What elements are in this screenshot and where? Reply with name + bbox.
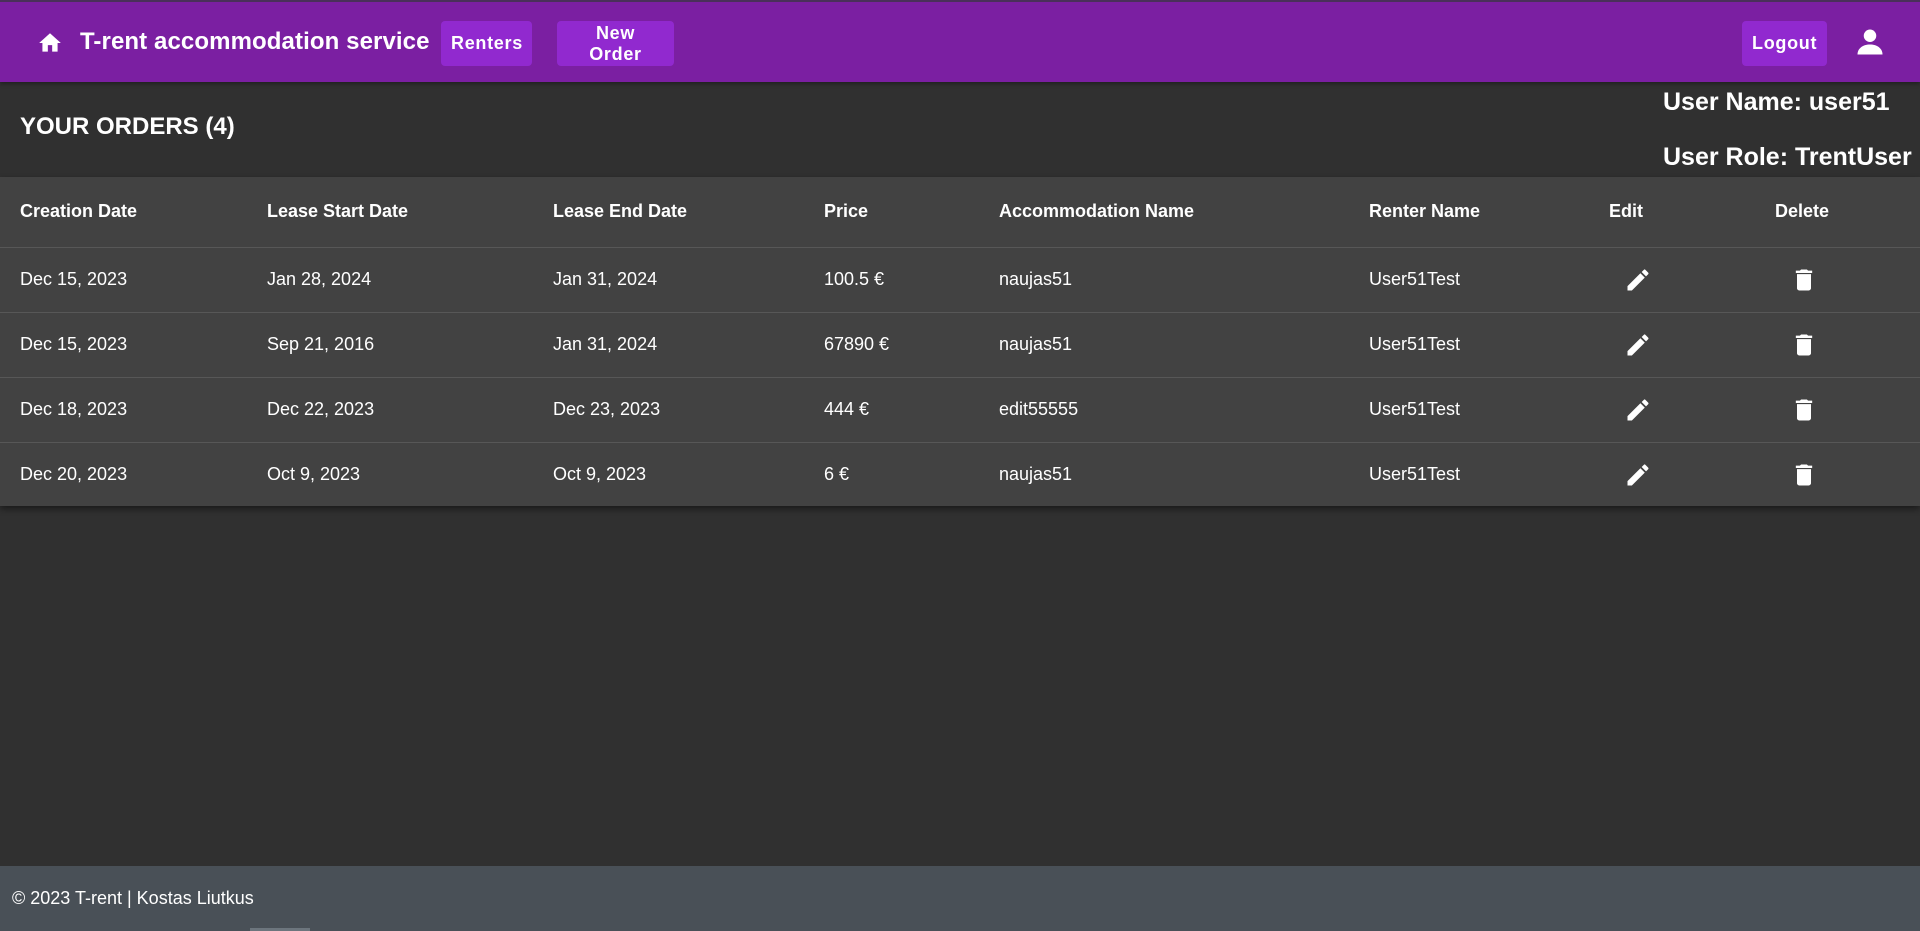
edit-cell	[1589, 442, 1755, 507]
column-header[interactable]: Creation Date	[0, 177, 247, 248]
logout-button[interactable]: Logout	[1742, 21, 1827, 66]
renter-name-cell: User51Test	[1349, 312, 1589, 378]
price-cell: 100.5 €	[804, 247, 979, 313]
user-name-label: User Name: user51	[1663, 88, 1890, 116]
delete-cell	[1755, 442, 1920, 507]
lease-end-cell: Dec 23, 2023	[533, 377, 804, 443]
creation-date-cell: Dec 15, 2023	[0, 247, 247, 313]
pencil-icon[interactable]	[1624, 331, 1652, 359]
table-row: Dec 15, 2023 Sep 21, 2016 Jan 31, 2024 6…	[0, 312, 1920, 378]
trash-icon[interactable]	[1790, 331, 1818, 359]
pencil-icon[interactable]	[1624, 461, 1652, 489]
trash-icon[interactable]	[1790, 266, 1818, 294]
table-row: Dec 15, 2023 Jan 28, 2024 Jan 31, 2024 1…	[0, 247, 1920, 313]
renter-name-cell: User51Test	[1349, 247, 1589, 313]
creation-date-cell: Dec 20, 2023	[20, 464, 128, 485]
lease-start-cell: Oct 9, 2023	[267, 464, 361, 485]
price-cell: 6 €	[824, 464, 850, 485]
lease-end-cell: Jan 31, 2024	[533, 247, 804, 313]
page-title: YOUR ORDERS (4)	[20, 113, 235, 140]
column-header[interactable]: Renter Name	[1349, 177, 1589, 248]
renter-name-cell: User51Test	[1349, 377, 1589, 443]
delete-cell	[1755, 312, 1920, 378]
footer-copyright: © 2023 T-rent | Kostas Liutkus	[12, 888, 254, 908]
renter-name-cell: User51Test	[1369, 464, 1461, 485]
pencil-icon[interactable]	[1624, 396, 1652, 424]
lease-end-cell: Jan 31, 2024	[533, 312, 804, 378]
orders-table: Creation Date Lease Start Date Lease End…	[0, 177, 1920, 507]
accommodation-name-cell: edit55555	[979, 377, 1349, 443]
account-circle-icon[interactable]	[1855, 27, 1885, 57]
orders-table-card: Creation Date Lease Start Date Lease End…	[0, 177, 1920, 506]
column-header: Delete	[1755, 177, 1920, 248]
column-header: Edit	[1589, 177, 1755, 248]
table-header-row: Creation Date Lease Start Date Lease End…	[0, 177, 1920, 248]
delete-cell	[1755, 247, 1920, 313]
accommodation-name-cell: naujas51	[979, 312, 1349, 378]
price-cell: 67890 €	[804, 312, 979, 378]
edit-cell	[1589, 247, 1755, 313]
table-row: Dec 18, 2023 Dec 22, 2023 Dec 23, 2023 4…	[0, 377, 1920, 443]
creation-date-cell: Dec 15, 2023	[0, 312, 247, 378]
trash-icon[interactable]	[1790, 396, 1818, 424]
column-header[interactable]: Lease Start Date	[247, 177, 533, 248]
trash-icon[interactable]	[1790, 461, 1818, 489]
edit-cell	[1589, 377, 1755, 443]
accommodation-name-cell: naujas51	[979, 247, 1349, 313]
price-cell: 444 €	[804, 377, 979, 443]
edit-cell	[1589, 312, 1755, 378]
lease-start-cell: Sep 21, 2016	[247, 312, 533, 378]
page-footer: © 2023 T-rent | Kostas Liutkus	[0, 866, 1920, 931]
lease-start-cell: Jan 28, 2024	[247, 247, 533, 313]
table-row: Dec 20, 2023 Oct 9, 2023 Oct 9, 2023 6 €…	[0, 442, 1920, 507]
renters-button[interactable]: Renters	[441, 21, 532, 66]
column-header[interactable]: Accommodation Name	[979, 177, 1349, 248]
delete-cell	[1755, 377, 1920, 443]
column-header[interactable]: Price	[804, 177, 979, 248]
pencil-icon[interactable]	[1624, 266, 1652, 294]
home-icon[interactable]	[36, 30, 64, 56]
accommodation-name-cell: naujas51	[999, 464, 1073, 485]
app-header: T-rent accommodation service Renters New…	[0, 0, 1920, 82]
lease-start-cell: Dec 22, 2023	[247, 377, 533, 443]
creation-date-cell: Dec 18, 2023	[0, 377, 247, 443]
lease-end-cell: Oct 9, 2023	[553, 464, 647, 485]
column-header[interactable]: Lease End Date	[533, 177, 804, 248]
new-order-button[interactable]: New Order	[557, 21, 674, 66]
app-title[interactable]: T-rent accommodation service	[80, 28, 430, 56]
